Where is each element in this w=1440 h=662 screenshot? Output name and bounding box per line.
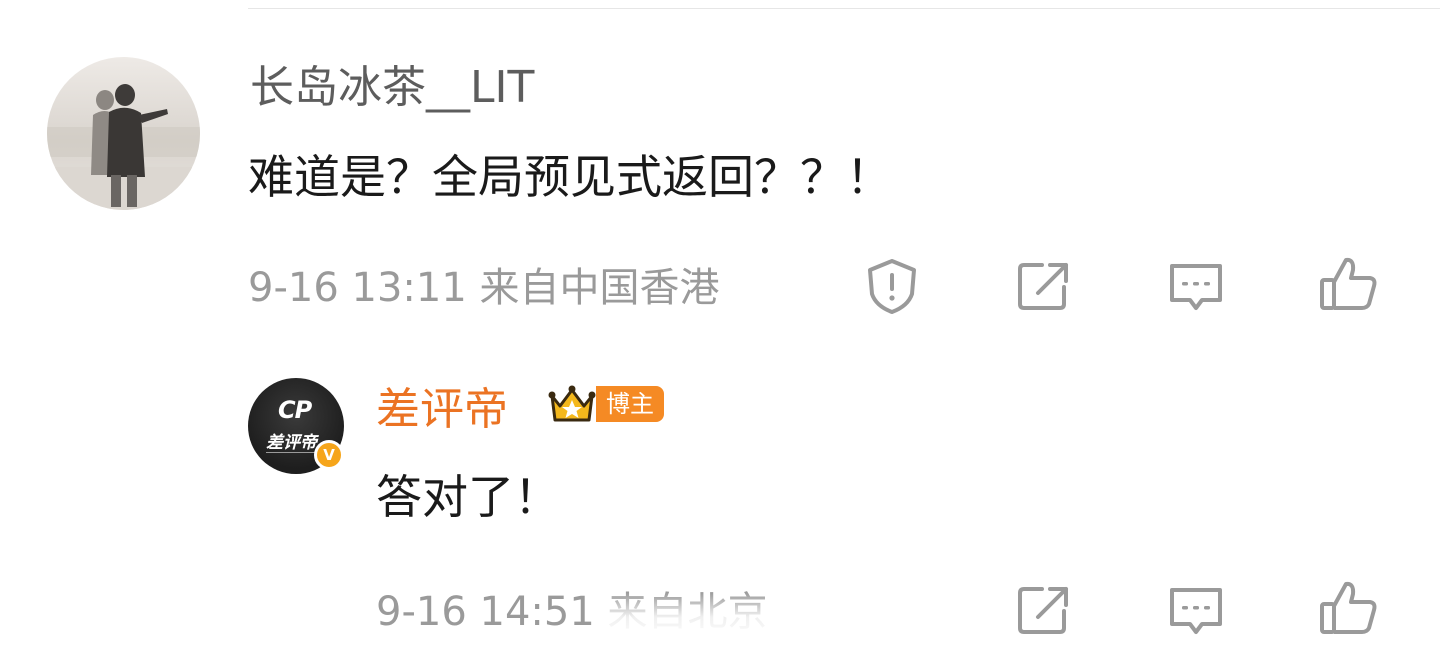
avatar-logo-mark: CP [278, 396, 312, 424]
share-icon[interactable] [1014, 256, 1074, 316]
avatar-logo-name: 差评帝 [266, 433, 317, 453]
reply-text: 答对了！ [376, 470, 560, 524]
share-icon[interactable] [1014, 580, 1074, 640]
top-divider [248, 8, 1440, 9]
comment-text: 难道是？全局预见式返回？？！ [248, 150, 892, 204]
blogger-badge: 博主 [596, 386, 664, 422]
comment-icon[interactable] [1166, 582, 1226, 642]
crown-icon [548, 384, 596, 426]
avatar-photo [47, 57, 200, 210]
reply-username[interactable]: 差评帝 [376, 378, 508, 442]
comment-meta: 9-16 13:11 来自中国香港 [248, 265, 720, 311]
like-thumb-icon[interactable] [1318, 578, 1378, 638]
like-thumb-icon[interactable] [1318, 254, 1378, 314]
comment-icon[interactable] [1166, 258, 1226, 318]
avatar[interactable] [47, 57, 200, 210]
report-shield-icon[interactable] [862, 256, 922, 316]
verified-badge: V [314, 440, 344, 470]
comment-username[interactable]: 长岛冰茶__LIT [250, 56, 534, 120]
reply-avatar[interactable]: CP 差评帝 V [248, 378, 344, 474]
meta-fade-overlay [600, 592, 830, 642]
